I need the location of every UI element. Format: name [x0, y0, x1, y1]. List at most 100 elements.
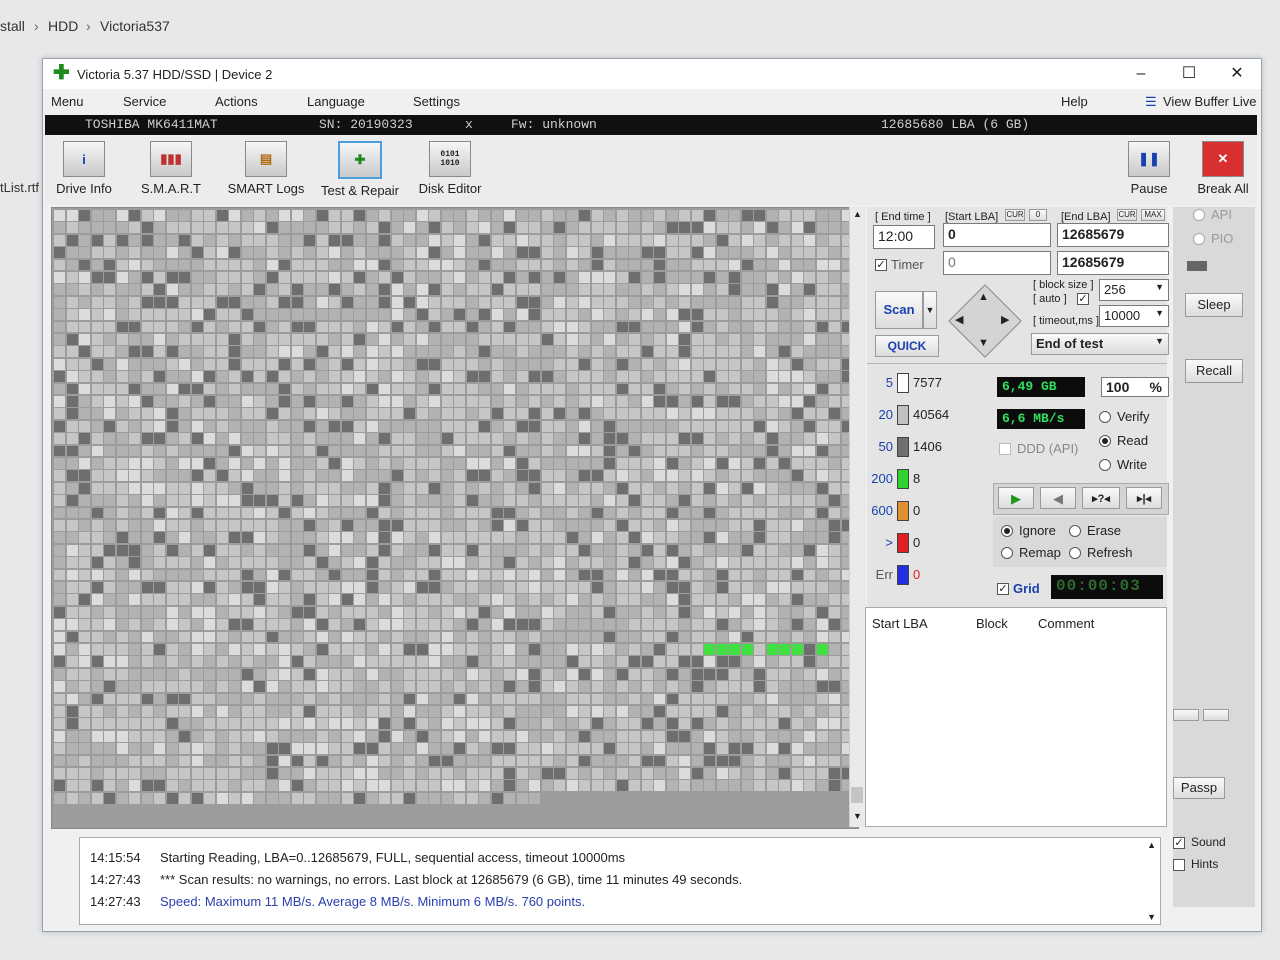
- log-entry: 14:15:54 Starting Reading, LBA=0..1268567…: [90, 850, 625, 865]
- butterfly-icon[interactable]: ▸|◂: [1126, 487, 1162, 509]
- scan-block: [816, 706, 828, 717]
- small-button-2[interactable]: [1203, 709, 1229, 721]
- scan-block: [266, 569, 278, 581]
- minimize-icon[interactable]: –: [1123, 63, 1159, 85]
- scan-block: [404, 730, 415, 742]
- log-scroll-down-icon[interactable]: ▼: [1147, 912, 1156, 922]
- timer-start-input[interactable]: 0: [943, 251, 1051, 275]
- timer-checkbox[interactable]: ✓: [875, 259, 887, 271]
- breadcrumb-item[interactable]: stall: [0, 18, 25, 34]
- sound-checkbox[interactable]: ✓: [1173, 837, 1185, 849]
- end-cur-button[interactable]: CUR: [1117, 209, 1137, 221]
- menu-item-settings[interactable]: Settings: [413, 94, 460, 109]
- title-bar[interactable]: ✚ Victoria 5.37 HDD/SSD | Device 2 – ☐ ✕: [43, 59, 1261, 89]
- scan-block: [679, 569, 690, 581]
- break-all-button[interactable]: ✕ Break All: [1195, 141, 1251, 196]
- end-of-test-select[interactable]: End of test ▼: [1031, 333, 1169, 355]
- write-radio[interactable]: [1099, 459, 1111, 471]
- small-button-1[interactable]: [1173, 709, 1199, 721]
- end-lba-input[interactable]: 12685679: [1057, 223, 1169, 247]
- scan-block: [729, 594, 740, 606]
- scan-block: [379, 433, 390, 445]
- event-log[interactable]: 14:15:54 Starting Reading, LBA=0..1268567…: [79, 837, 1161, 925]
- reverse-icon[interactable]: ◀: [1040, 487, 1076, 509]
- breadcrumb-item[interactable]: Victoria537: [100, 18, 170, 34]
- scroll-down-icon[interactable]: ▼: [853, 811, 862, 821]
- verify-radio[interactable]: [1099, 411, 1111, 423]
- pause-button[interactable]: ❚❚ Pause: [1123, 141, 1175, 196]
- menu-item-actions[interactable]: Actions: [215, 94, 258, 109]
- sleep-button[interactable]: Sleep: [1185, 293, 1243, 317]
- grid-checkbox[interactable]: ✓: [997, 583, 1009, 595]
- start-zero-button[interactable]: 0: [1029, 209, 1047, 221]
- pio-radio[interactable]: [1193, 233, 1205, 245]
- test-repair-button[interactable]: ✚ Test & Repair: [317, 141, 403, 198]
- menu-item-service[interactable]: Service: [123, 94, 166, 109]
- scan-block: [291, 631, 303, 643]
- log-scroll-up-icon[interactable]: ▲: [1147, 840, 1156, 850]
- end-time-input[interactable]: 12:00: [873, 225, 935, 249]
- column-block[interactable]: Block: [976, 616, 1008, 631]
- timeout-select[interactable]: 10000 ▼: [1099, 305, 1169, 327]
- random-seek-icon[interactable]: ▸?◂: [1082, 487, 1120, 509]
- api-radio[interactable]: [1193, 209, 1205, 221]
- end-max-button[interactable]: MAX: [1141, 209, 1165, 221]
- device-info-bar[interactable]: TOSHIBA MK6411MAT SN: 20190323 x Fw: unk…: [45, 115, 1257, 135]
- start-lba-input[interactable]: 0: [943, 223, 1051, 247]
- smart-logs-button[interactable]: ▤ SMART Logs: [223, 141, 309, 196]
- passp-button[interactable]: Passp: [1173, 777, 1225, 799]
- hints-checkbox[interactable]: [1173, 859, 1185, 871]
- scan-block: [654, 743, 665, 755]
- arrow-up-icon[interactable]: ▲: [978, 291, 989, 303]
- smart-button[interactable]: ▮▮▮ S.M.A.R.T: [133, 141, 209, 196]
- desktop-file-label[interactable]: tList.rtf: [0, 180, 39, 195]
- start-cur-button[interactable]: CUR: [1005, 209, 1025, 221]
- results-table[interactable]: Start LBA Block Comment: [865, 607, 1167, 827]
- scan-block: [354, 619, 365, 631]
- scan-block: [704, 656, 715, 668]
- close-icon[interactable]: ✕: [1219, 63, 1255, 85]
- remap-radio[interactable]: [1001, 547, 1013, 559]
- maximize-icon[interactable]: ☐: [1171, 63, 1207, 85]
- ddd-checkbox[interactable]: [999, 443, 1011, 455]
- scan-block: [454, 668, 465, 680]
- arrow-right-icon[interactable]: ▶: [1001, 313, 1009, 326]
- arrow-down-icon[interactable]: ▼: [978, 337, 989, 349]
- recall-button[interactable]: Recall: [1185, 359, 1243, 383]
- menu-item-language[interactable]: Language: [307, 94, 365, 109]
- view-buffer-live[interactable]: View Buffer Live: [1163, 94, 1256, 109]
- play-icon[interactable]: ▶: [998, 487, 1034, 509]
- timer-end-input[interactable]: 12685679: [1057, 251, 1169, 275]
- scan-button[interactable]: Scan: [875, 291, 923, 329]
- scan-block: [316, 222, 328, 234]
- scroll-up-icon[interactable]: ▲: [853, 209, 862, 219]
- scan-block: [741, 606, 753, 618]
- read-radio[interactable]: [1099, 435, 1111, 447]
- direction-pad[interactable]: ▲ ▼ ◀ ▶: [948, 284, 1022, 358]
- scan-block: [754, 644, 765, 655]
- menu-item-help[interactable]: Help: [1061, 94, 1088, 109]
- column-comment[interactable]: Comment: [1038, 616, 1094, 631]
- arrow-left-icon[interactable]: ◀: [955, 313, 963, 326]
- quick-button[interactable]: QUICK: [875, 335, 939, 357]
- scan-block: [54, 346, 65, 358]
- block-size-select[interactable]: 256 ▼: [1099, 279, 1169, 301]
- log-time: 14:27:43: [90, 872, 141, 887]
- scan-block: [591, 582, 603, 593]
- scan-block: [566, 234, 578, 246]
- breadcrumb-item[interactable]: HDD: [48, 18, 78, 34]
- column-start-lba[interactable]: Start LBA: [872, 616, 928, 631]
- auto-checkbox[interactable]: ✓: [1077, 293, 1089, 305]
- refresh-radio[interactable]: [1069, 547, 1081, 559]
- drive-info-button[interactable]: i Drive Info: [49, 141, 119, 196]
- scan-block: [416, 780, 428, 792]
- scan-dropdown-icon[interactable]: ▼: [923, 291, 937, 329]
- scan-block: [179, 272, 190, 283]
- scroll-thumb[interactable]: [851, 787, 863, 803]
- ignore-radio[interactable]: [1001, 525, 1013, 537]
- grid-scrollbar[interactable]: ▲ ▼: [849, 207, 866, 827]
- scan-block: [779, 569, 790, 581]
- menu-item-menu[interactable]: Menu: [51, 94, 84, 109]
- erase-radio[interactable]: [1069, 525, 1081, 537]
- disk-editor-button[interactable]: 0101 1010 Disk Editor: [415, 141, 485, 196]
